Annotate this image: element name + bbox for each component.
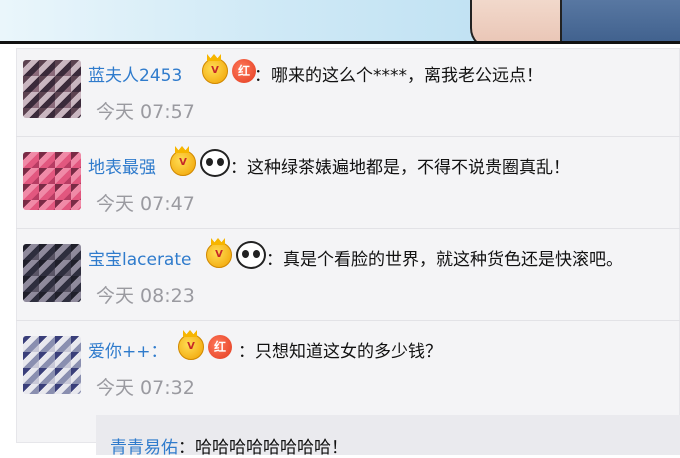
avatar[interactable] bbox=[23, 152, 81, 210]
avatar[interactable] bbox=[23, 336, 81, 394]
comment-time: 今天 07:32 bbox=[96, 377, 195, 399]
comment-text: ：只想知道这女的多少钱？ bbox=[238, 342, 442, 362]
vip-crown-icon: V bbox=[178, 334, 204, 360]
username[interactable]: 地表最强 bbox=[88, 153, 156, 178]
comment-time: 今天 08:23 bbox=[96, 285, 195, 307]
vip-crown-icon: V bbox=[206, 242, 232, 268]
comment-item: 爱你++： V 红 ：只想知道这女的多少钱？ 今天 07:32 bbox=[16, 324, 680, 412]
user-badges: V bbox=[170, 149, 230, 177]
panda-icon bbox=[236, 241, 266, 269]
comment-item: 蓝夫人2453 V 红 ：哪来的这么个****，离我老公远点！ 今天 07:57 bbox=[16, 48, 680, 137]
comment-time: 今天 07:57 bbox=[96, 101, 195, 123]
panel-border bbox=[0, 41, 680, 44]
avatar[interactable] bbox=[23, 244, 81, 302]
user-badges: V bbox=[206, 241, 266, 269]
vip-crown-icon: V bbox=[170, 150, 196, 176]
user-badges: V 红 bbox=[178, 334, 232, 360]
vip-crown-icon: V bbox=[202, 58, 228, 84]
comment-time: 今天 07:47 bbox=[96, 193, 195, 215]
comment-text: ：哪来的这么个****，离我老公远点！ bbox=[254, 66, 543, 86]
user-badges: V 红 bbox=[202, 58, 256, 84]
comment-text: ：这种绿茶婊遍地都是，不得不说贵圈真乱！ bbox=[230, 158, 570, 178]
comic-panel-art bbox=[0, 0, 680, 44]
comment-item: 地表最强 V ：这种绿茶婊遍地都是，不得不说贵圈真乱！ 今天 07:47 bbox=[16, 140, 680, 229]
username[interactable]: 蓝夫人2453 bbox=[88, 61, 182, 86]
hong-badge-icon: 红 bbox=[232, 59, 256, 83]
hong-badge-icon: 红 bbox=[208, 335, 232, 359]
comment-text: ：真是个看脸的世界，就这种货色还是快滚吧。 bbox=[266, 250, 623, 270]
reply-box: 青青易佑：哈哈哈哈哈哈哈哈！ bbox=[96, 415, 680, 458]
reply-username[interactable]: 青青易佑 bbox=[110, 438, 178, 458]
comment-item: 宝宝lacerate V ：真是个看脸的世界，就这种货色还是快滚吧。 今天 08… bbox=[16, 232, 680, 321]
username[interactable]: 爱你++： bbox=[88, 337, 168, 362]
avatar[interactable] bbox=[23, 60, 81, 118]
panda-icon bbox=[200, 149, 230, 177]
character-suit bbox=[560, 0, 680, 44]
reply-text: 青青易佑：哈哈哈哈哈哈哈哈！ bbox=[110, 438, 348, 458]
username[interactable]: 宝宝lacerate bbox=[88, 245, 191, 270]
comment-list: 蓝夫人2453 V 红 ：哪来的这么个****，离我老公远点！ 今天 07:57… bbox=[16, 48, 680, 458]
